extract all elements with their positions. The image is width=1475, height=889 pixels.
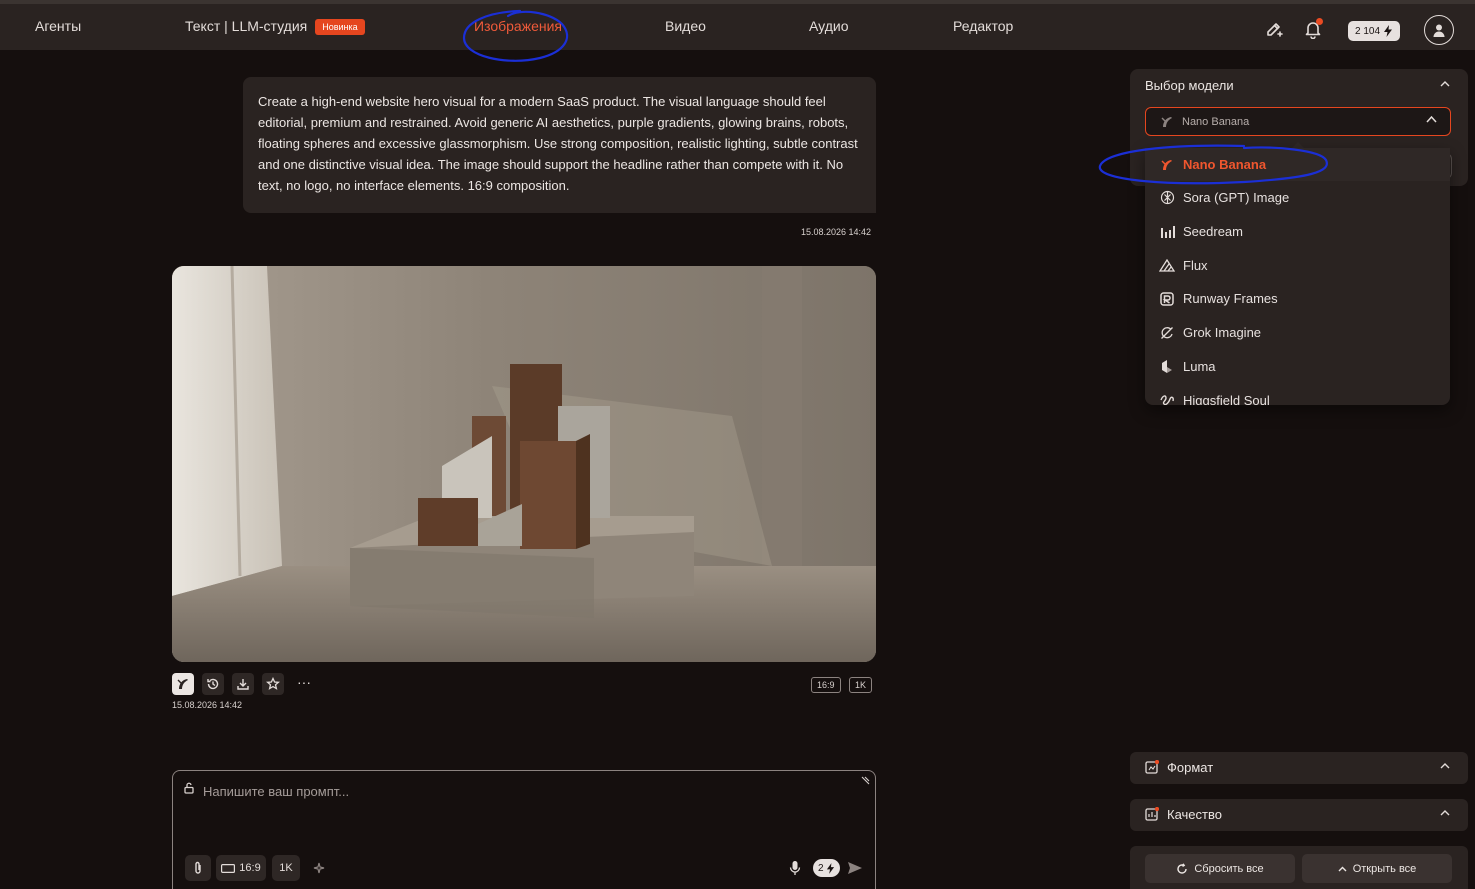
aspect-ratio-label: 16:9 (239, 862, 261, 874)
sparkle-icon (313, 862, 325, 874)
magic-pen-icon[interactable] (1262, 17, 1286, 41)
new-badge: Новинка (315, 19, 365, 35)
model-option-label: Seedream (1183, 224, 1243, 239)
credits-value: 2 104 (1355, 25, 1381, 37)
aspect-ratio-button[interactable]: 16:9 (216, 855, 266, 881)
model-option-runway[interactable]: Runway Frames (1145, 282, 1450, 315)
nav-video[interactable]: Видео (665, 18, 706, 34)
quality-tag: 1K (849, 677, 873, 693)
banana-icon (177, 679, 188, 689)
bars-icon (1159, 224, 1175, 240)
runway-icon (1159, 291, 1175, 307)
nav-text-studio[interactable]: Текст | LLM-студия Новинка (185, 18, 365, 35)
lightning-icon (1384, 25, 1393, 37)
prompt-message: Create a high-end website hero visual fo… (243, 77, 876, 213)
user-icon (1433, 24, 1445, 37)
format-section[interactable]: Формат (1130, 752, 1468, 784)
download-icon (237, 679, 249, 690)
chevron-up-icon (1338, 866, 1347, 871)
model-option-label: Flux (1183, 258, 1208, 273)
model-option-label: Luma (1183, 359, 1216, 374)
format-label: Формат (1167, 760, 1214, 775)
paperclip-icon (195, 861, 201, 874)
model-option-sora[interactable]: Sora (GPT) Image (1145, 181, 1450, 214)
luma-icon (1159, 359, 1175, 375)
reset-all-button[interactable]: Сбросить все (1145, 854, 1295, 883)
cost-value: 2 (818, 862, 824, 874)
model-option-label: Nano Banana (1183, 157, 1267, 172)
model-banana-button[interactable] (172, 673, 194, 695)
microphone-icon (789, 861, 801, 875)
generated-image[interactable] (172, 266, 876, 662)
model-option-label: Sora (GPT) Image (1183, 190, 1290, 205)
model-panel-title: Выбор модели (1145, 78, 1234, 93)
favorite-button[interactable] (262, 673, 284, 695)
settings-footer: Сбросить все Открыть все (1130, 846, 1468, 889)
history-icon (207, 678, 219, 690)
image-timestamp: 15.08.2026 14:42 (172, 700, 243, 710)
avatar[interactable] (1424, 15, 1454, 45)
model-option-flux[interactable]: Flux (1145, 249, 1450, 282)
prompt-text: Create a high-end website hero visual fo… (258, 94, 858, 193)
model-option-label: Runway Frames (1183, 291, 1278, 306)
bell-icon[interactable] (1301, 17, 1325, 41)
resize-handle-icon[interactable] (860, 775, 870, 785)
notification-dot (1316, 18, 1323, 25)
download-button[interactable] (232, 673, 254, 695)
nav-editor[interactable]: Редактор (953, 18, 1013, 34)
reset-all-label: Сбросить все (1194, 862, 1264, 875)
attach-button[interactable] (185, 855, 211, 881)
model-option-grok[interactable]: Grok Imagine (1145, 316, 1450, 349)
credits-badge[interactable]: 2 104 (1348, 21, 1401, 41)
flux-icon (1159, 258, 1175, 274)
prompt-timestamp: 15.08.2026 14:42 (801, 227, 872, 237)
chevron-up-icon[interactable] (1440, 80, 1450, 87)
lightning-icon (826, 862, 834, 874)
banana-icon (1159, 157, 1175, 173)
open-all-button[interactable]: Открыть все (1302, 854, 1452, 883)
model-option-nano-banana[interactable]: Nano Banana (1145, 148, 1450, 181)
nav-text-studio-label: Текст | LLM-студия (185, 18, 308, 34)
prompt-input[interactable] (203, 780, 843, 802)
aspect-tag: 16:9 (811, 677, 841, 693)
model-option-label: Grok Imagine (1183, 325, 1262, 340)
banana-icon (1161, 116, 1172, 127)
nav-agents[interactable]: Агенты (35, 18, 81, 34)
top-nav: Агенты Текст | LLM-студия Новинка Изображ… (0, 0, 1475, 50)
openai-icon (1159, 190, 1175, 206)
model-select-value: Nano Banana (1182, 115, 1250, 128)
generated-scene (172, 266, 876, 662)
nav-audio[interactable]: Аудио (809, 18, 849, 34)
chevron-up-icon (1440, 810, 1450, 816)
more-options-button[interactable]: ··· (296, 673, 312, 695)
quality-button[interactable]: 1K (272, 855, 300, 881)
chevron-up-icon (1426, 115, 1437, 123)
model-select[interactable]: Nano Banana (1145, 107, 1451, 136)
model-dropdown: Nano Banana Sora (GPT) Image Seedream Fl… (1145, 148, 1450, 405)
history-button[interactable] (202, 673, 224, 695)
enhance-button[interactable] (306, 855, 332, 881)
microphone-button[interactable] (785, 855, 805, 881)
prompt-composer: 16:9 1K 2 (172, 770, 876, 889)
lock-icon (184, 782, 194, 794)
send-icon (848, 862, 862, 874)
reset-icon (1177, 862, 1188, 874)
star-icon (266, 677, 280, 690)
model-option-luma[interactable]: Luma (1145, 350, 1450, 383)
aspect-ratio-icon (221, 863, 236, 873)
chevron-up-icon (1440, 763, 1450, 769)
cost-pill: 2 (813, 859, 840, 877)
format-icon (1145, 760, 1159, 774)
higgsfield-icon (1159, 393, 1175, 405)
model-option-label: Higgsfield Soul (1183, 393, 1270, 405)
model-option-higgsfield[interactable]: Higgsfield Soul (1145, 384, 1450, 405)
quality-icon (1145, 807, 1159, 821)
send-button[interactable] (845, 855, 865, 881)
nav-images[interactable]: Изображения (474, 18, 562, 34)
open-all-label: Открыть все (1352, 862, 1417, 875)
grok-icon (1159, 325, 1175, 341)
quality-section[interactable]: Качество (1130, 799, 1468, 831)
model-option-seedream[interactable]: Seedream (1145, 215, 1450, 248)
quality-label: Качество (1167, 807, 1222, 822)
